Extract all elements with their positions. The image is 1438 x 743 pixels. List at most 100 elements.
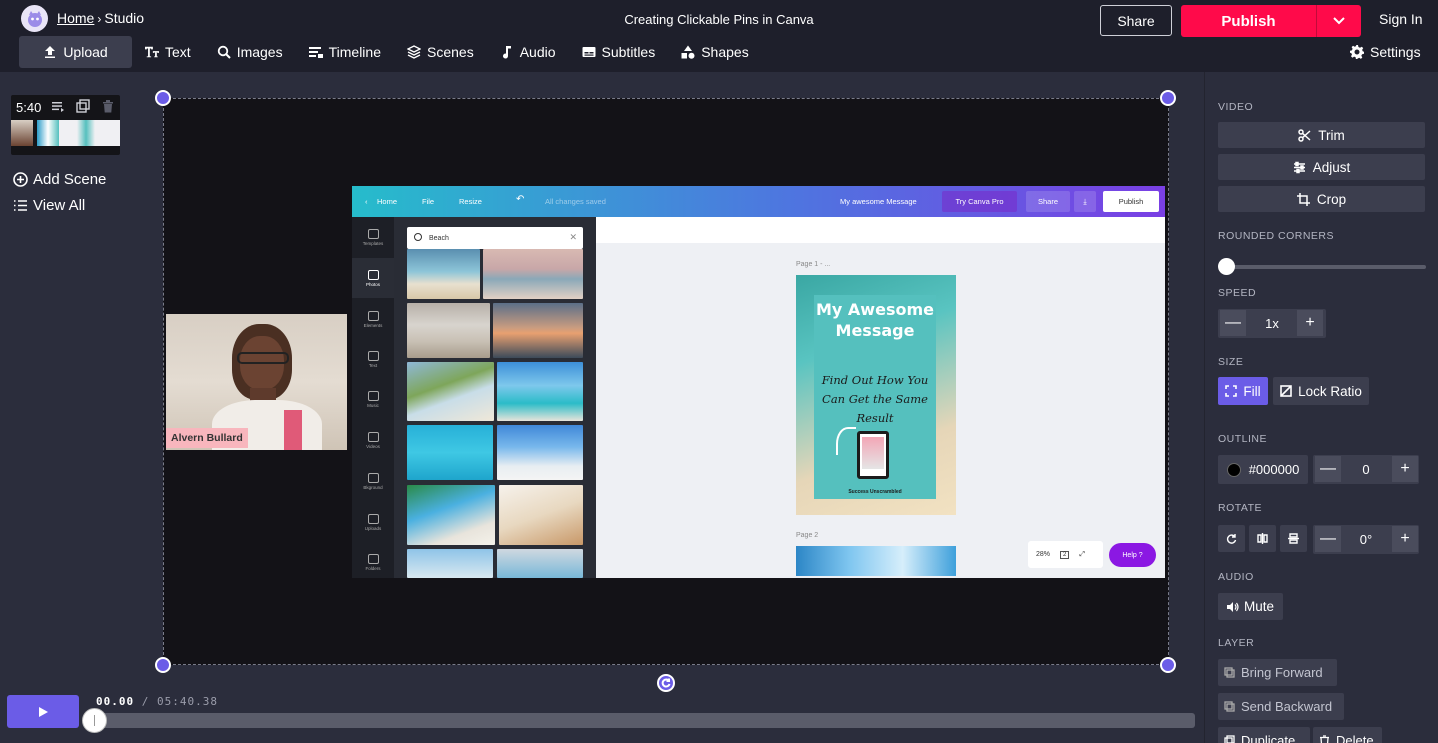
canva-zoom-value: 28% (1036, 551, 1051, 558)
canva-top-bar: ‹ Home File Resize ↶ All changes saved M… (352, 186, 1165, 217)
resize-handle-top-right[interactable] (1160, 90, 1176, 106)
add-scene-button[interactable]: Add Scene (13, 171, 106, 188)
duplicate-button[interactable]: Duplicate (1218, 727, 1310, 743)
fill-label: Fill (1243, 383, 1261, 399)
publish-button[interactable]: Publish (1181, 5, 1316, 37)
breadcrumb-home-link[interactable]: Home (57, 10, 94, 26)
duplicate-label: Duplicate (1241, 733, 1296, 743)
search-icon (217, 45, 231, 59)
flip-horizontal-button[interactable] (1249, 525, 1276, 552)
beach-photo (483, 249, 583, 299)
list-icon (14, 200, 27, 211)
speaker-icon (1226, 601, 1239, 612)
current-time: 00.00 (96, 695, 135, 708)
breadcrumb-separator: › (97, 12, 102, 26)
bring-forward-button[interactable]: Bring Forward (1218, 659, 1337, 686)
publish-button-group: Publish (1181, 5, 1361, 37)
toolbar-timeline[interactable]: Timeline (296, 36, 394, 68)
section-rounded-corners: ROUNDED CORNERS (1218, 230, 1335, 242)
sign-in-link[interactable]: Sign In (1379, 11, 1423, 27)
share-button[interactable]: Share (1100, 5, 1172, 36)
canva-page2-label: Page 2 (796, 532, 819, 539)
pin-footer: Success Unscrambled (848, 489, 902, 495)
view-all-label: View All (33, 197, 86, 214)
top-bar: Home › Studio Creating Clickable Pins in C… (0, 0, 1438, 72)
rotate-decrease-button[interactable]: — (1315, 526, 1341, 552)
scissors-icon (1298, 128, 1311, 142)
timeline-scrubber-handle[interactable] (82, 708, 107, 733)
rotate-handle[interactable] (657, 674, 675, 692)
rounded-corners-slider[interactable] (1226, 265, 1426, 269)
canva-sidebar-folders: Folders (352, 542, 394, 578)
lock-ratio-button[interactable]: Lock Ratio (1273, 377, 1369, 405)
canva-sidebar-text: Text (352, 339, 394, 379)
toolbar-audio[interactable]: Audio (487, 36, 569, 68)
section-video: VIDEO (1218, 101, 1254, 113)
toolbar-shapes[interactable]: Shapes (668, 36, 761, 68)
trim-button[interactable]: Trim (1218, 122, 1425, 148)
canva-clear-icon: ✕ (569, 232, 577, 242)
canva-chevron-left-icon: ‹ (365, 197, 368, 206)
fill-button[interactable]: Fill (1218, 377, 1268, 405)
publish-options-chevron-icon[interactable] (1316, 5, 1361, 37)
pin-design: My Awesome Message Find Out How You Can … (796, 275, 956, 515)
canva-sidebar-templates: Templates (352, 217, 394, 257)
kapwing-logo-icon[interactable] (21, 5, 48, 32)
subtitles-icon (582, 47, 596, 57)
toolbar-text[interactable]: Text (132, 36, 204, 68)
scene-menu-icon[interactable] (51, 99, 65, 113)
crop-button[interactable]: Crop (1218, 186, 1425, 212)
presenter-glasses (237, 352, 289, 364)
scene-thumbnail[interactable]: 5:40 (11, 95, 120, 155)
outline-increase-button[interactable]: + (1392, 456, 1418, 482)
screen-recording-layer[interactable]: ‹ Home File Resize ↶ All changes saved M… (352, 186, 1165, 578)
resize-handle-top-left[interactable] (155, 90, 171, 106)
toolbar-scenes[interactable]: Scenes (394, 36, 487, 68)
toolbar-images[interactable]: Images (204, 36, 296, 68)
speed-decrease-button[interactable]: — (1220, 310, 1246, 336)
scene-duration: 5:40 (16, 100, 42, 115)
page2-preview (796, 546, 956, 576)
beach-photo (497, 362, 583, 421)
duplicate-scene-icon[interactable] (76, 99, 90, 113)
canva-sidebar-text-label: Text (368, 362, 378, 368)
canva-sidebar-uploads: Uploads (352, 502, 394, 542)
editor-toolbar: Upload Text Images Timeline Scenes Audio… (19, 36, 762, 68)
section-rotate: ROTATE (1218, 502, 1263, 514)
view-all-scenes-button[interactable]: View All (13, 197, 85, 214)
section-audio: AUDIO (1218, 571, 1254, 583)
timeline-scrubber-track[interactable] (94, 713, 1195, 728)
outline-color-picker[interactable]: #000000 (1218, 455, 1308, 484)
flip-vertical-button[interactable] (1280, 525, 1307, 552)
rotate-icon (1226, 534, 1237, 544)
send-backward-button[interactable]: Send Backward (1218, 693, 1344, 720)
canva-design-topstrip (596, 217, 1165, 243)
section-size: SIZE (1218, 356, 1244, 368)
canva-download-icon: ⤓ (1074, 191, 1096, 212)
rotate-90-button[interactable] (1218, 525, 1245, 552)
project-title[interactable]: Creating Clickable Pins in Canva (624, 12, 813, 27)
toolbar-upload[interactable]: Upload (19, 36, 132, 68)
pin-subtitle: Find Out How You Can Get the Same Result (821, 373, 929, 425)
webcam-video-layer[interactable]: Alvern Bullard (166, 314, 347, 450)
section-layer: LAYER (1218, 637, 1255, 649)
rotate-icon (661, 678, 671, 688)
toolbar-subtitles[interactable]: Subtitles (569, 36, 669, 68)
outline-decrease-button[interactable]: — (1315, 456, 1341, 482)
play-button[interactable] (7, 695, 79, 728)
speed-increase-button[interactable]: + (1297, 310, 1323, 336)
toolbar-upload-label: Upload (63, 44, 108, 60)
delete-button[interactable]: Delete (1313, 727, 1382, 743)
time-separator: / (141, 695, 150, 708)
rotate-increase-button[interactable]: + (1392, 526, 1418, 552)
resize-handle-bottom-right[interactable] (1160, 657, 1176, 673)
mute-button[interactable]: Mute (1218, 593, 1283, 620)
settings-label: Settings (1370, 44, 1421, 60)
add-scene-label: Add Scene (33, 171, 107, 188)
settings-button[interactable]: Settings (1350, 44, 1421, 60)
canva-saved-status: All changes saved (545, 197, 606, 206)
rounded-corners-slider-knob[interactable] (1218, 258, 1235, 275)
delete-scene-icon[interactable] (101, 99, 115, 113)
resize-handle-bottom-left[interactable] (155, 657, 171, 673)
adjust-button[interactable]: Adjust (1218, 154, 1425, 180)
